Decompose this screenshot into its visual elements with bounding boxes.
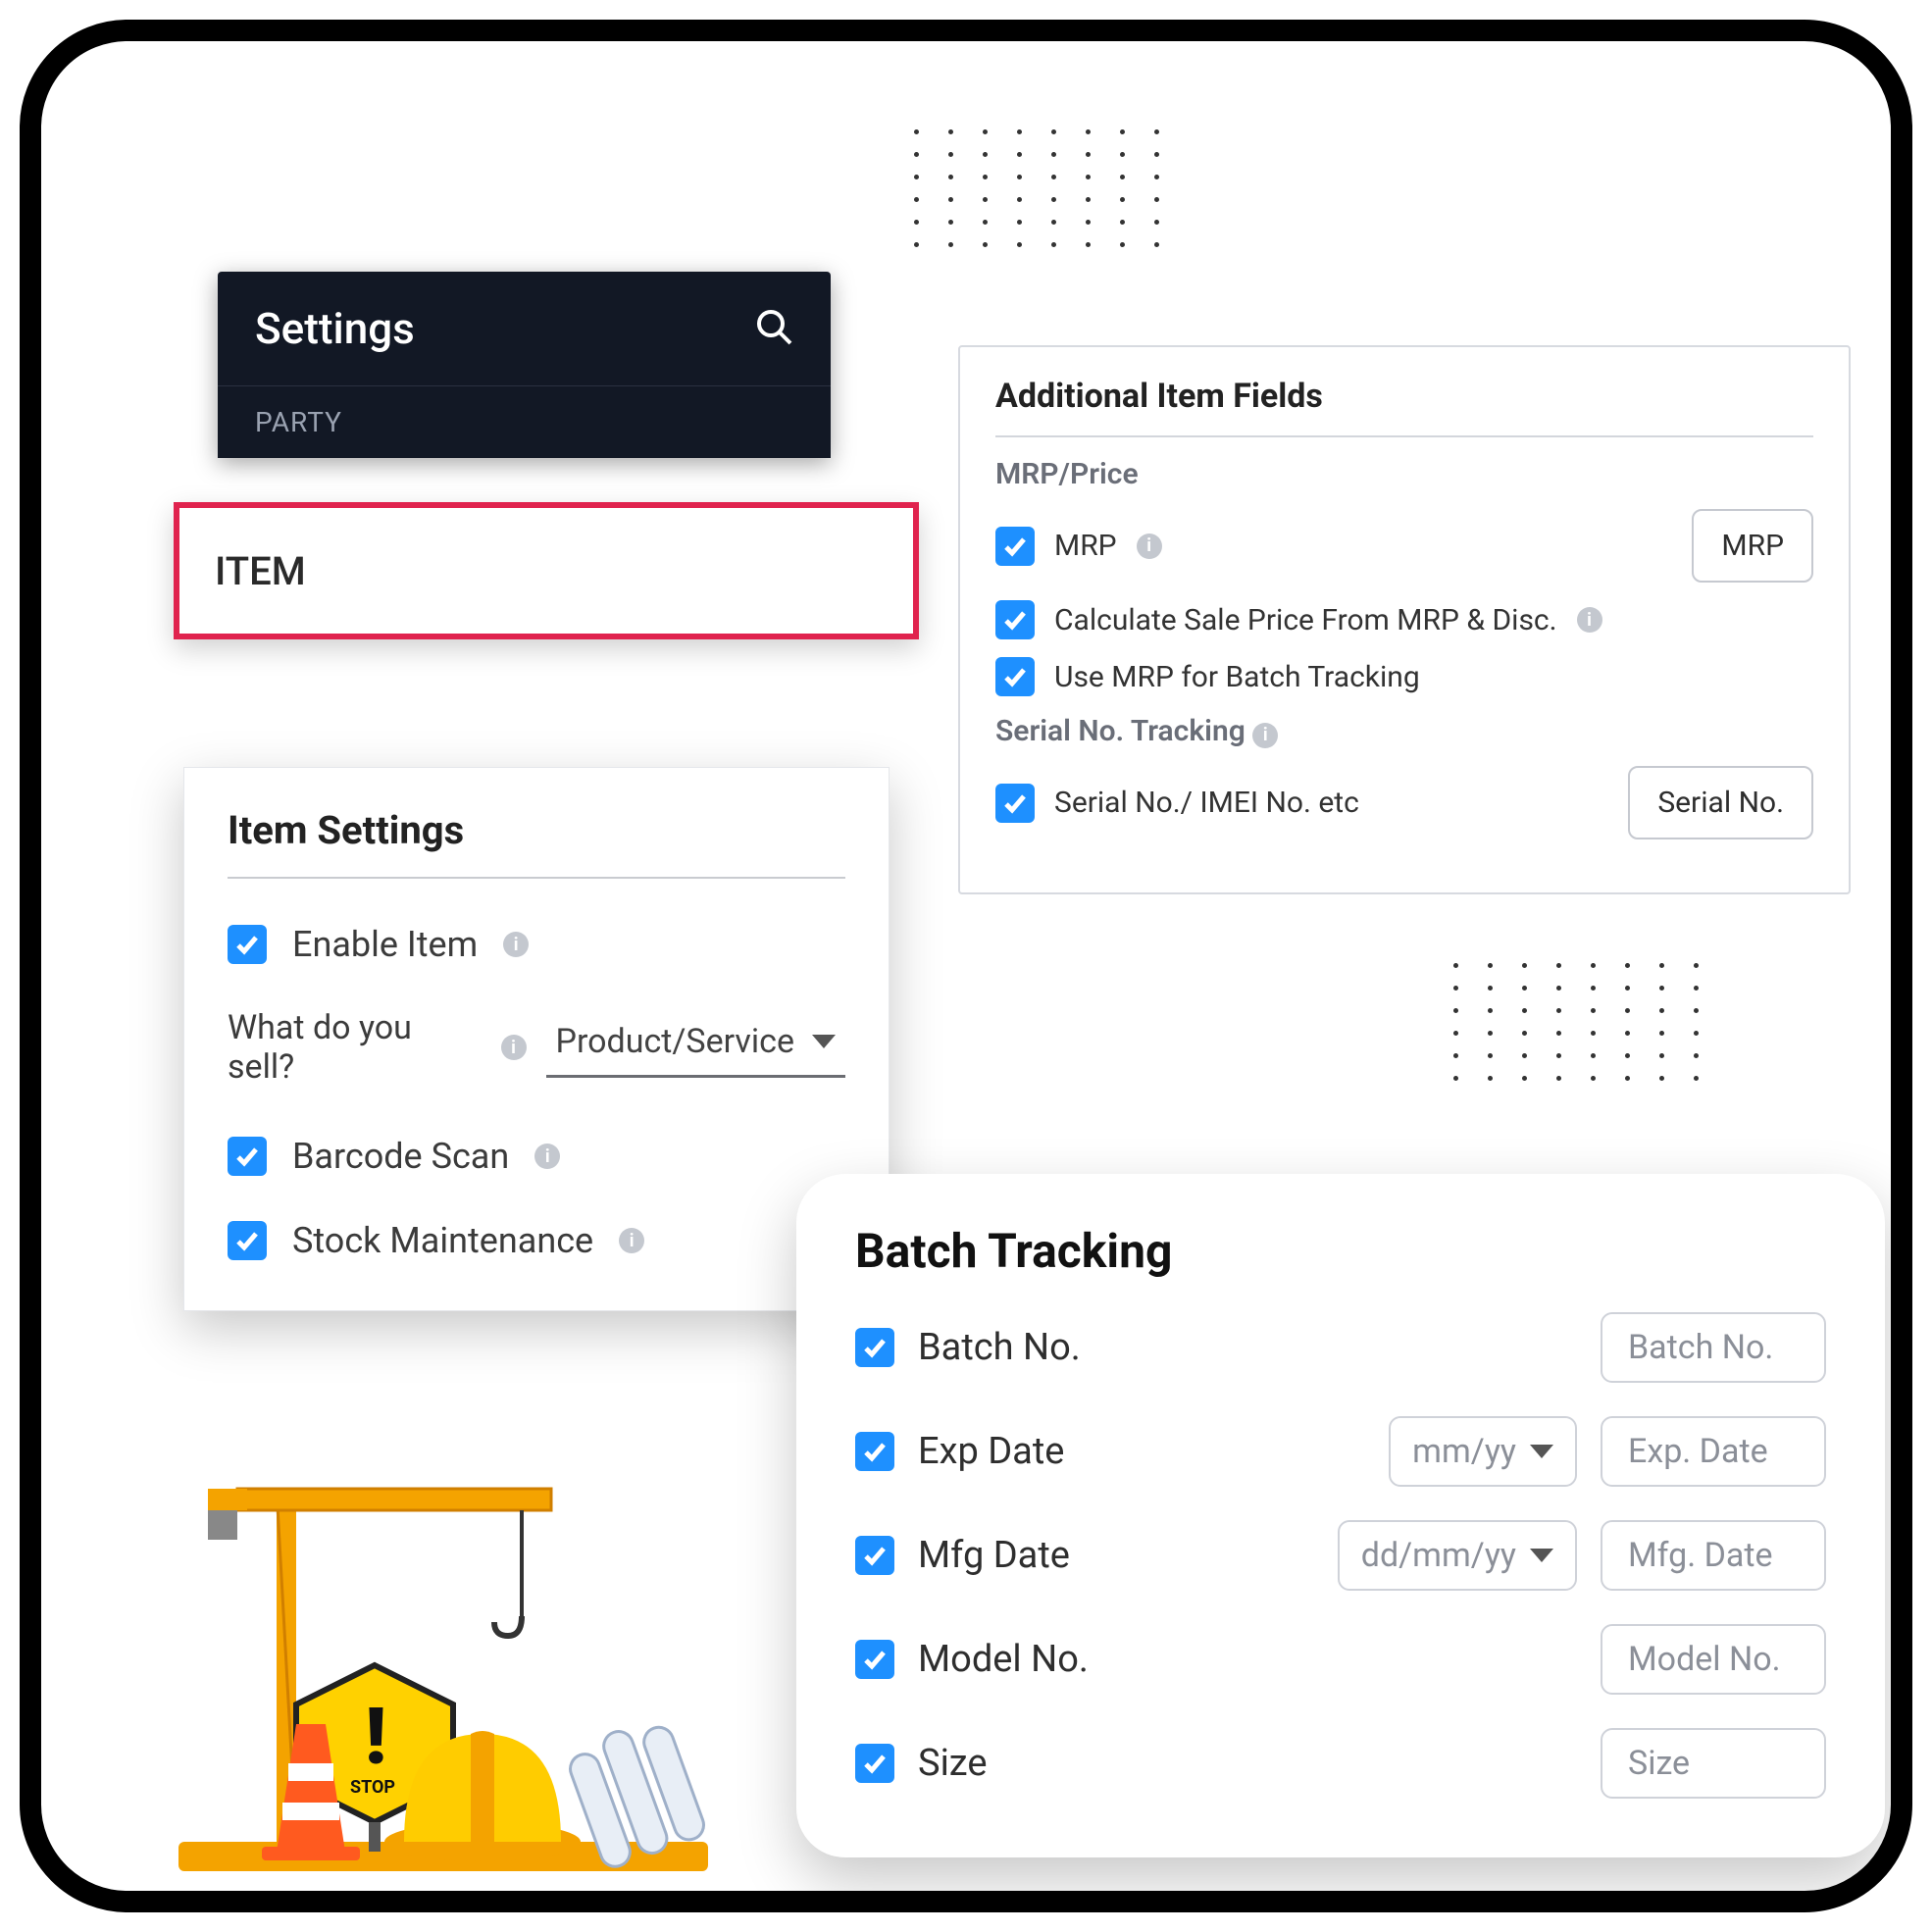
search-icon[interactable] [754,307,793,350]
chevron-down-icon [1530,1445,1553,1458]
sell-row: What do you sell? i Product/Service [228,1008,845,1087]
calc-checkbox[interactable] [995,600,1035,639]
stock-label: Stock Maintenance [292,1220,593,1261]
item-settings-card: Item Settings Enable Item i What do you … [183,767,890,1311]
batch-no-label: Batch No. [918,1326,1081,1369]
mrp-input[interactable]: MRP [1692,509,1813,583]
mrp-section-header: MRP/Price [995,457,1813,491]
decor-dots-right [1453,963,1699,1081]
model-no-input[interactable]: Model No. [1601,1624,1826,1695]
mrp-label: MRP [1054,529,1117,563]
info-icon[interactable]: i [503,932,529,957]
info-icon[interactable]: i [1577,607,1602,633]
exp-date-checkbox[interactable] [855,1432,894,1471]
calc-row: Calculate Sale Price From MRP & Disc. i [995,600,1813,639]
model-no-row: Model No. Model No. [855,1624,1826,1695]
info-icon[interactable]: i [1137,534,1162,559]
usemrp-label: Use MRP for Batch Tracking [1054,660,1420,694]
info-icon[interactable]: i [1252,723,1278,748]
serial-label: Serial No./ IMEI No. etc [1054,786,1359,820]
exp-date-format[interactable]: mm/yy [1389,1416,1577,1487]
size-input[interactable]: Size [1601,1728,1826,1799]
exp-date-row: Exp Date mm/yy Exp. Date [855,1416,1826,1487]
mfg-date-row: Mfg Date dd/mm/yy Mfg. Date [855,1520,1826,1591]
sell-question: What do you sell? [228,1008,482,1087]
chevron-down-icon [812,1035,836,1048]
size-checkbox[interactable] [855,1744,894,1783]
mfg-date-format-text: dd/mm/yy [1361,1536,1516,1575]
exp-date-input[interactable]: Exp. Date [1601,1416,1826,1487]
chevron-down-icon [1530,1549,1553,1562]
batch-no-input[interactable]: Batch No. [1601,1312,1826,1383]
info-icon[interactable]: i [619,1228,644,1253]
model-no-checkbox[interactable] [855,1640,894,1679]
enable-item-row: Enable Item i [228,924,845,965]
enable-item-checkbox[interactable] [228,925,267,964]
batch-no-row: Batch No. Batch No. [855,1312,1826,1383]
batch-title: Batch Tracking [855,1223,1826,1279]
barcode-label: Barcode Scan [292,1136,509,1177]
mrp-checkbox[interactable] [995,527,1035,566]
app-frame: Settings PARTY ITEM Item Settings Enable… [20,20,1912,1912]
serial-section-header: Serial No. Tracking i [995,714,1813,748]
info-icon[interactable]: i [501,1035,527,1060]
size-label: Size [918,1742,988,1785]
batch-no-checkbox[interactable] [855,1328,894,1367]
sell-value: Product/Service [556,1022,795,1061]
serial-header-text: Serial No. Tracking [995,714,1246,748]
svg-text:!: ! [365,1691,386,1783]
mfg-date-input[interactable]: Mfg. Date [1601,1520,1826,1591]
exp-date-label: Exp Date [918,1430,1064,1473]
item-settings-title: Item Settings [228,807,845,879]
enable-item-label: Enable Item [292,924,478,965]
stock-checkbox[interactable] [228,1221,267,1260]
usemrp-row: Use MRP for Batch Tracking [995,657,1813,696]
svg-text:STOP: STOP [350,1777,395,1798]
decor-dots-top [914,129,1159,247]
sell-dropdown[interactable]: Product/Service [546,1018,846,1078]
barcode-checkbox[interactable] [228,1137,267,1176]
settings-header: Settings [218,272,831,386]
size-row: Size Size [855,1728,1826,1799]
info-icon[interactable]: i [534,1144,560,1169]
mfg-date-checkbox[interactable] [855,1536,894,1575]
additional-fields-card: Additional Item Fields MRP/Price MRP i M… [958,345,1851,894]
mfg-date-format[interactable]: dd/mm/yy [1338,1520,1577,1591]
barcode-row: Barcode Scan i [228,1136,845,1177]
serial-input[interactable]: Serial No. [1628,766,1813,839]
exp-date-format-text: mm/yy [1412,1432,1516,1471]
calc-label: Calculate Sale Price From MRP & Disc. [1054,603,1557,637]
batch-tracking-card: Batch Tracking Batch No. Batch No. Exp D… [796,1174,1885,1857]
settings-tab-party[interactable]: PARTY [218,386,831,458]
stock-row: Stock Maintenance i [228,1220,845,1261]
item-tab-label: ITEM [215,548,306,594]
mrp-row: MRP i MRP [995,509,1813,583]
settings-panel: Settings PARTY [218,272,831,458]
serial-checkbox[interactable] [995,784,1035,823]
mfg-date-label: Mfg Date [918,1534,1070,1577]
settings-title: Settings [255,303,415,354]
model-no-label: Model No. [918,1638,1089,1681]
settings-tab-item[interactable]: ITEM [174,502,919,639]
construction-illustration: ! STOP [159,1449,728,1881]
serial-row: Serial No./ IMEI No. etc Serial No. [995,766,1813,839]
usemrp-checkbox[interactable] [995,657,1035,696]
additional-fields-title: Additional Item Fields [995,377,1813,437]
